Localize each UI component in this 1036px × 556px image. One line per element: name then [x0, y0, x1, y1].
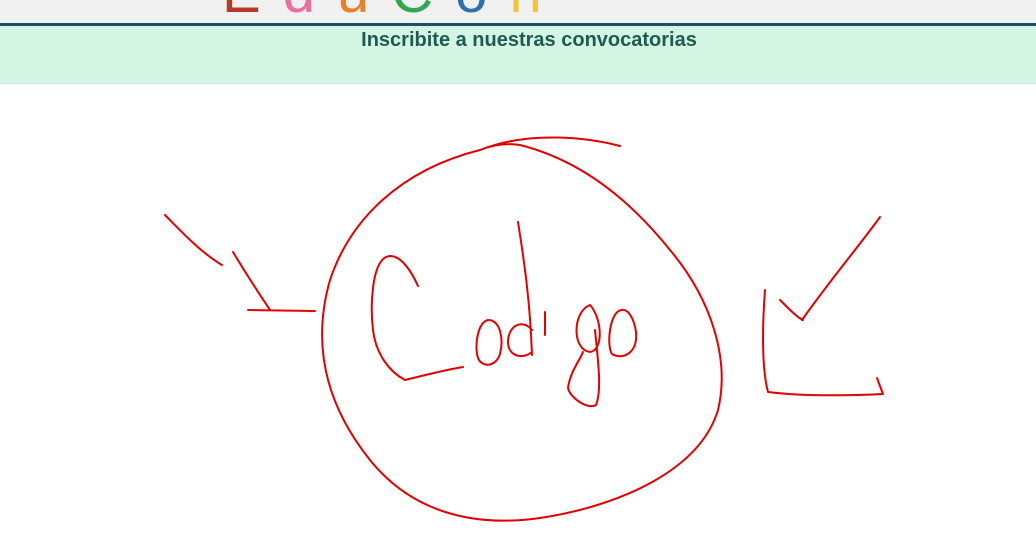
convocatorias-banner[interactable]: Inscribite a nuestras convocatorias	[0, 26, 1036, 84]
logo-letter-n: n	[509, 0, 563, 22]
logo-letter-c: C	[391, 0, 455, 22]
educon-logo[interactable]: EduCon	[222, 0, 564, 22]
logo-letter-d: d	[283, 0, 337, 22]
site-header: EduCon	[0, 0, 1036, 26]
main-content	[0, 84, 1036, 556]
banner-title[interactable]: Inscribite a nuestras convocatorias	[0, 29, 1036, 52]
logo-letter-e: E	[222, 0, 283, 22]
logo-letter-o: o	[455, 0, 509, 22]
logo-letter-u: u	[337, 0, 391, 22]
